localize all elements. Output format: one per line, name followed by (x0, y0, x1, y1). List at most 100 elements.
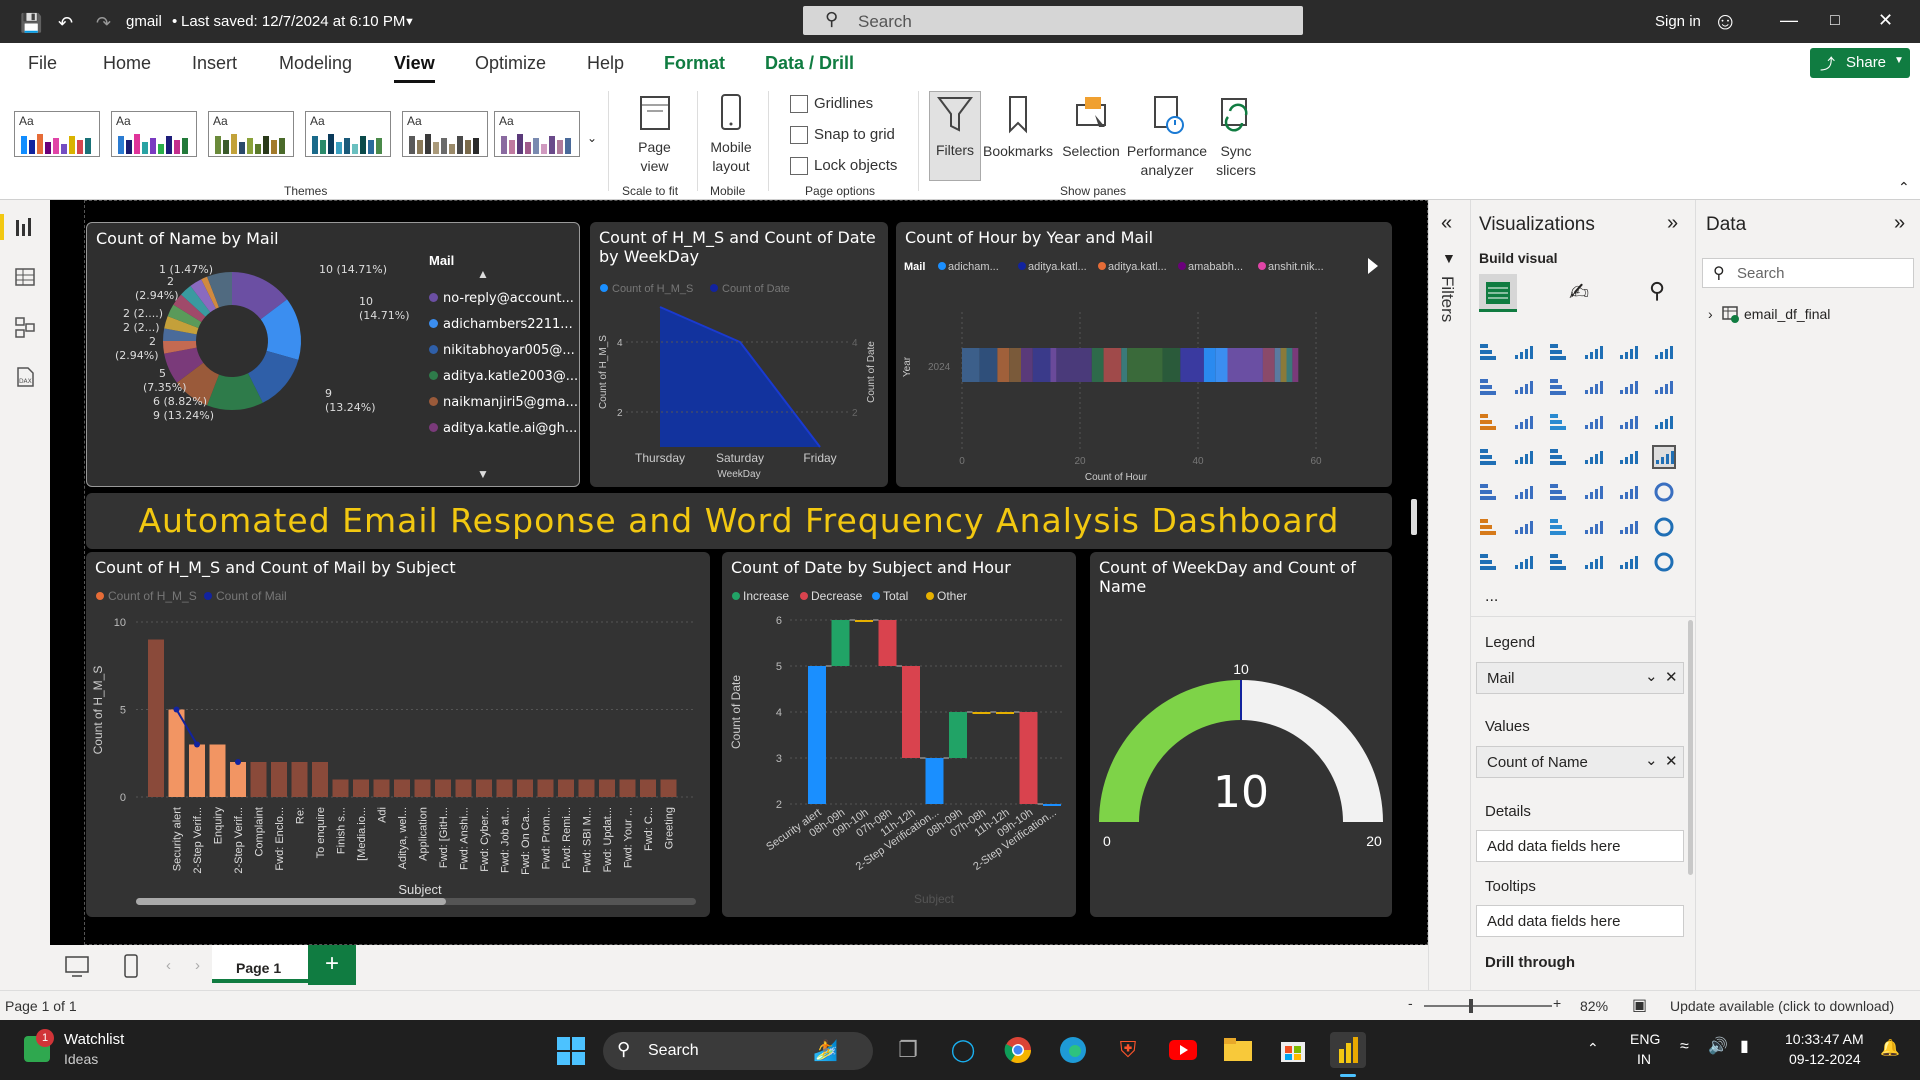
language-region[interactable]: IN (1637, 1051, 1651, 1067)
waterfall-chart[interactable]: Increase Decrease Total Other23456Security … (722, 552, 1076, 917)
clock-time[interactable]: 10:33:47 AM (1785, 1031, 1864, 1047)
banner-scroll[interactable] (1411, 499, 1417, 535)
cortana-icon[interactable]: ◯ (945, 1032, 981, 1068)
snap-to-grid-checkbox[interactable]: Snap to grid (790, 126, 895, 145)
share-button[interactable]: ⤴ Share ▼ (1810, 48, 1910, 78)
collapse-icon[interactable]: » (1894, 212, 1905, 235)
visual-type-icon[interactable] (1512, 375, 1536, 399)
redo-icon[interactable]: ↷ (96, 13, 111, 34)
remove-field-icon[interactable]: ✕ (1665, 752, 1678, 770)
undo-icon[interactable]: ↶ (58, 13, 73, 34)
legend-up-icon[interactable]: ▲ (477, 267, 489, 281)
build-visual-tab[interactable] (1479, 274, 1517, 312)
chrome-icon[interactable] (1000, 1032, 1036, 1068)
gridlines-checkbox[interactable]: Gridlines (790, 95, 873, 114)
task-view-icon[interactable]: ❐ (890, 1032, 926, 1068)
legend-down-icon[interactable]: ▼ (477, 467, 489, 481)
visual-type-icon[interactable] (1617, 375, 1641, 399)
user-avatar-icon[interactable]: ☺ (1713, 8, 1738, 36)
area-chart[interactable]: Count of H_M_S Count of Date 2 4 2 4 Thursday S… (590, 222, 888, 487)
close-icon[interactable]: ✕ (1878, 10, 1893, 31)
maximize-icon[interactable]: □ (1830, 12, 1840, 30)
visual-type-icon[interactable] (1547, 480, 1571, 504)
visual-type-icon[interactable] (1582, 445, 1606, 469)
zoom-in-icon[interactable]: + (1553, 995, 1561, 1011)
phone-view-icon[interactable] (122, 953, 140, 979)
visual-type-icon[interactable] (1512, 410, 1536, 434)
visual-type-icon[interactable] (1547, 515, 1571, 539)
area-visual[interactable]: Count of H_M_S and Count of Date by Week… (590, 222, 888, 487)
subject-combo-chart[interactable]: Count of H_M_S Count of Mail 0 5 10 Security … (86, 552, 710, 917)
analytics-icon[interactable]: ⚲ (1649, 278, 1665, 304)
subject-combo-visual[interactable]: Count of H_M_S and Count of Mail by Subj… (86, 552, 710, 917)
global-search[interactable]: ⚲ Search (803, 6, 1303, 35)
visual-type-icon[interactable] (1477, 480, 1501, 504)
visual-type-icon[interactable] (1617, 445, 1641, 469)
remove-field-icon[interactable]: ✕ (1665, 668, 1678, 686)
clock-date[interactable]: 09-12-2024 (1789, 1051, 1861, 1067)
visual-type-icon[interactable] (1512, 515, 1536, 539)
chevron-up-icon[interactable]: ⌃ (1587, 1040, 1599, 1057)
tab-file[interactable]: File (28, 53, 57, 74)
donut-legend-item[interactable]: no-reply@account... (429, 291, 578, 317)
donut-legend-item[interactable]: adichambers2211... (429, 317, 578, 343)
more-visuals[interactable]: ... (1485, 588, 1498, 606)
edge-icon[interactable] (1055, 1032, 1091, 1068)
visual-type-icon[interactable] (1477, 550, 1501, 574)
last-saved[interactable]: Last saved: 12/7/2024 at 6:10 PM (181, 13, 405, 30)
theme-option[interactable]: Aa (402, 111, 488, 157)
visual-type-icon[interactable] (1477, 375, 1501, 399)
zoom-slider[interactable] (1424, 999, 1552, 1013)
table-name[interactable]: email_df_final (1744, 306, 1830, 322)
chevron-right-icon[interactable]: › (195, 957, 200, 974)
donut-legend-item[interactable]: naikmanjiri5@gma... (429, 395, 578, 421)
collapse-ribbon-icon[interactable]: ⌃ (1898, 179, 1910, 196)
battery-icon[interactable]: ▮ (1740, 1036, 1749, 1056)
volume-icon[interactable]: 🔊 (1708, 1036, 1728, 1056)
visual-type-icon[interactable] (1652, 340, 1676, 364)
table-view-icon[interactable] (14, 266, 36, 288)
filters-pane-button[interactable]: Filters (929, 91, 981, 181)
tab-home[interactable]: Home (103, 53, 151, 74)
visual-type-icon[interactable] (1617, 550, 1641, 574)
taskbar-search[interactable]: ⚲ Search 🏄 (603, 1032, 873, 1070)
visual-type-icon[interactable] (1652, 550, 1676, 574)
lock-objects-checkbox[interactable]: Lock objects (790, 157, 897, 176)
collapse-icon[interactable]: » (1667, 212, 1678, 235)
performance-analyzer-button[interactable]: Performance analyzer (1125, 93, 1209, 180)
visual-type-icon[interactable] (1547, 340, 1571, 364)
chevron-right-icon[interactable]: › (1708, 306, 1713, 322)
zoom-level[interactable]: 82% (1580, 998, 1608, 1014)
themes-more-icon[interactable]: ⌄ (587, 131, 597, 145)
chevron-left-icon[interactable]: ‹ (166, 957, 171, 974)
theme-option[interactable]: Aa (14, 111, 100, 157)
page-view-button[interactable]: Page view (622, 93, 687, 176)
save-icon[interactable]: 💾 (20, 13, 42, 34)
visual-type-icon[interactable] (1477, 445, 1501, 469)
tab-insert[interactable]: Insert (192, 53, 237, 74)
theme-option[interactable]: Aa (305, 111, 391, 157)
visual-type-icon[interactable] (1477, 340, 1501, 364)
data-search-input[interactable]: ⚲ Search (1702, 258, 1914, 288)
theme-option[interactable]: Aa (111, 111, 197, 157)
visual-type-icon[interactable] (1617, 480, 1641, 504)
donut-legend-item[interactable]: aditya.katle.ai@gh... (429, 421, 578, 447)
zoom-out-icon[interactable]: - (1408, 995, 1413, 1011)
store-icon[interactable] (1275, 1032, 1311, 1068)
add-page-button[interactable]: + (308, 945, 356, 985)
windows-start-icon[interactable] (556, 1036, 586, 1066)
report-canvas[interactable]: Count of Name by Mail 1 (1.47%) 2 (2.94%) 2… (50, 200, 1428, 945)
filters-pane-collapsed[interactable]: « ▼ Filters (1428, 200, 1470, 990)
waterfall-visual[interactable]: Count of Date by Subject and Hour Increa… (722, 552, 1076, 917)
fit-to-page-icon[interactable]: ▣ (1632, 995, 1647, 1015)
theme-option[interactable]: Aa (494, 111, 580, 157)
visual-type-icon[interactable] (1582, 480, 1606, 504)
visual-type-icon[interactable] (1512, 340, 1536, 364)
format-visual-icon[interactable]: ✍ (1569, 278, 1589, 307)
expand-icon[interactable]: « (1441, 212, 1452, 235)
donut-visual[interactable]: Count of Name by Mail 1 (1.47%) 2 (2.94%) 2… (86, 222, 580, 487)
visual-type-icon[interactable] (1512, 480, 1536, 504)
wifi-icon[interactable]: ≈ (1680, 1038, 1689, 1056)
visual-type-icon[interactable] (1652, 445, 1676, 469)
sync-slicers-button[interactable]: Sync slicers (1208, 93, 1264, 180)
